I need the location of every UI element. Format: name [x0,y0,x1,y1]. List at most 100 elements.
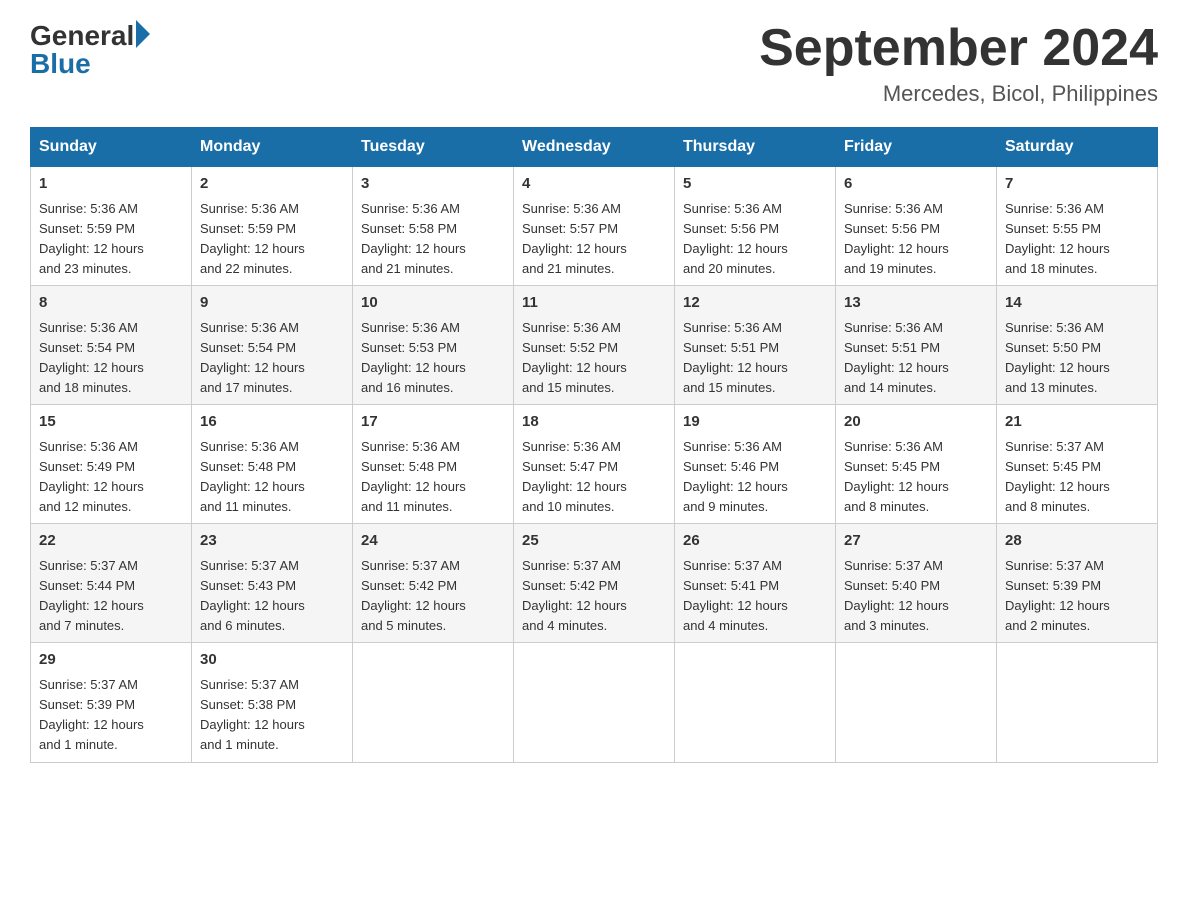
day-number: 24 [361,530,505,553]
calendar-cell: 7 Sunrise: 5:36 AM Sunset: 5:55 PM Dayli… [997,167,1158,286]
logo-triangle-icon [136,20,150,48]
day-number: 2 [200,173,344,196]
day-info: Sunrise: 5:36 AM Sunset: 5:56 PM Dayligh… [844,201,949,276]
calendar-cell: 29 Sunrise: 5:37 AM Sunset: 5:39 PM Dayl… [31,643,192,762]
day-info: Sunrise: 5:36 AM Sunset: 5:56 PM Dayligh… [683,201,788,276]
calendar-cell: 23 Sunrise: 5:37 AM Sunset: 5:43 PM Dayl… [192,524,353,643]
location-subtitle: Mercedes, Bicol, Philippines [759,81,1158,107]
calendar-header-friday: Friday [836,128,997,167]
day-info: Sunrise: 5:36 AM Sunset: 5:54 PM Dayligh… [200,320,305,395]
day-info: Sunrise: 5:37 AM Sunset: 5:39 PM Dayligh… [39,677,144,752]
calendar-header-saturday: Saturday [997,128,1158,167]
day-info: Sunrise: 5:37 AM Sunset: 5:42 PM Dayligh… [522,558,627,633]
calendar-header-thursday: Thursday [675,128,836,167]
calendar-cell: 22 Sunrise: 5:37 AM Sunset: 5:44 PM Dayl… [31,524,192,643]
calendar-cell: 1 Sunrise: 5:36 AM Sunset: 5:59 PM Dayli… [31,167,192,286]
day-number: 22 [39,530,183,553]
day-number: 25 [522,530,666,553]
calendar-cell [675,643,836,762]
day-number: 14 [1005,292,1149,315]
day-number: 19 [683,411,827,434]
day-info: Sunrise: 5:37 AM Sunset: 5:40 PM Dayligh… [844,558,949,633]
day-number: 21 [1005,411,1149,434]
calendar-cell: 5 Sunrise: 5:36 AM Sunset: 5:56 PM Dayli… [675,167,836,286]
calendar-week-row: 1 Sunrise: 5:36 AM Sunset: 5:59 PM Dayli… [31,167,1158,286]
calendar-cell: 28 Sunrise: 5:37 AM Sunset: 5:39 PM Dayl… [997,524,1158,643]
day-number: 28 [1005,530,1149,553]
day-info: Sunrise: 5:36 AM Sunset: 5:59 PM Dayligh… [200,201,305,276]
calendar-cell [353,643,514,762]
calendar-week-row: 8 Sunrise: 5:36 AM Sunset: 5:54 PM Dayli… [31,286,1158,405]
calendar-cell [836,643,997,762]
day-number: 7 [1005,173,1149,196]
day-info: Sunrise: 5:37 AM Sunset: 5:43 PM Dayligh… [200,558,305,633]
calendar-cell: 6 Sunrise: 5:36 AM Sunset: 5:56 PM Dayli… [836,167,997,286]
day-info: Sunrise: 5:36 AM Sunset: 5:50 PM Dayligh… [1005,320,1110,395]
calendar-cell: 14 Sunrise: 5:36 AM Sunset: 5:50 PM Dayl… [997,286,1158,405]
calendar-cell: 15 Sunrise: 5:36 AM Sunset: 5:49 PM Dayl… [31,405,192,524]
calendar-cell: 12 Sunrise: 5:36 AM Sunset: 5:51 PM Dayl… [675,286,836,405]
day-info: Sunrise: 5:36 AM Sunset: 5:57 PM Dayligh… [522,201,627,276]
day-info: Sunrise: 5:37 AM Sunset: 5:42 PM Dayligh… [361,558,466,633]
day-info: Sunrise: 5:36 AM Sunset: 5:51 PM Dayligh… [844,320,949,395]
calendar-table: SundayMondayTuesdayWednesdayThursdayFrid… [30,127,1158,762]
day-number: 9 [200,292,344,315]
day-info: Sunrise: 5:36 AM Sunset: 5:45 PM Dayligh… [844,439,949,514]
calendar-cell: 11 Sunrise: 5:36 AM Sunset: 5:52 PM Dayl… [514,286,675,405]
calendar-header-wednesday: Wednesday [514,128,675,167]
calendar-cell: 25 Sunrise: 5:37 AM Sunset: 5:42 PM Dayl… [514,524,675,643]
month-title: September 2024 [759,20,1158,77]
day-number: 16 [200,411,344,434]
calendar-cell: 4 Sunrise: 5:36 AM Sunset: 5:57 PM Dayli… [514,167,675,286]
calendar-cell: 8 Sunrise: 5:36 AM Sunset: 5:54 PM Dayli… [31,286,192,405]
calendar-header-monday: Monday [192,128,353,167]
calendar-cell: 17 Sunrise: 5:36 AM Sunset: 5:48 PM Dayl… [353,405,514,524]
day-number: 13 [844,292,988,315]
day-info: Sunrise: 5:36 AM Sunset: 5:47 PM Dayligh… [522,439,627,514]
day-number: 27 [844,530,988,553]
day-info: Sunrise: 5:36 AM Sunset: 5:59 PM Dayligh… [39,201,144,276]
day-info: Sunrise: 5:37 AM Sunset: 5:44 PM Dayligh… [39,558,144,633]
calendar-cell: 13 Sunrise: 5:36 AM Sunset: 5:51 PM Dayl… [836,286,997,405]
page-header: General Blue September 2024 Mercedes, Bi… [30,20,1158,107]
day-info: Sunrise: 5:36 AM Sunset: 5:46 PM Dayligh… [683,439,788,514]
day-number: 5 [683,173,827,196]
day-info: Sunrise: 5:36 AM Sunset: 5:51 PM Dayligh… [683,320,788,395]
calendar-header-tuesday: Tuesday [353,128,514,167]
day-number: 6 [844,173,988,196]
calendar-week-row: 22 Sunrise: 5:37 AM Sunset: 5:44 PM Dayl… [31,524,1158,643]
logo-blue-text: Blue [30,48,91,80]
calendar-week-row: 29 Sunrise: 5:37 AM Sunset: 5:39 PM Dayl… [31,643,1158,762]
day-info: Sunrise: 5:37 AM Sunset: 5:41 PM Dayligh… [683,558,788,633]
day-number: 12 [683,292,827,315]
calendar-cell: 19 Sunrise: 5:36 AM Sunset: 5:46 PM Dayl… [675,405,836,524]
calendar-header-row: SundayMondayTuesdayWednesdayThursdayFrid… [31,128,1158,167]
day-info: Sunrise: 5:36 AM Sunset: 5:48 PM Dayligh… [200,439,305,514]
day-number: 4 [522,173,666,196]
logo: General Blue [30,20,150,80]
calendar-cell: 16 Sunrise: 5:36 AM Sunset: 5:48 PM Dayl… [192,405,353,524]
day-info: Sunrise: 5:36 AM Sunset: 5:53 PM Dayligh… [361,320,466,395]
day-number: 1 [39,173,183,196]
calendar-cell: 18 Sunrise: 5:36 AM Sunset: 5:47 PM Dayl… [514,405,675,524]
calendar-header-sunday: Sunday [31,128,192,167]
calendar-cell: 30 Sunrise: 5:37 AM Sunset: 5:38 PM Dayl… [192,643,353,762]
day-info: Sunrise: 5:37 AM Sunset: 5:38 PM Dayligh… [200,677,305,752]
day-number: 18 [522,411,666,434]
day-info: Sunrise: 5:36 AM Sunset: 5:52 PM Dayligh… [522,320,627,395]
day-number: 29 [39,649,183,672]
calendar-cell [514,643,675,762]
calendar-cell [997,643,1158,762]
day-info: Sunrise: 5:36 AM Sunset: 5:49 PM Dayligh… [39,439,144,514]
calendar-cell: 2 Sunrise: 5:36 AM Sunset: 5:59 PM Dayli… [192,167,353,286]
day-number: 23 [200,530,344,553]
calendar-cell: 21 Sunrise: 5:37 AM Sunset: 5:45 PM Dayl… [997,405,1158,524]
day-info: Sunrise: 5:36 AM Sunset: 5:48 PM Dayligh… [361,439,466,514]
day-number: 20 [844,411,988,434]
day-number: 30 [200,649,344,672]
day-info: Sunrise: 5:37 AM Sunset: 5:45 PM Dayligh… [1005,439,1110,514]
calendar-cell: 24 Sunrise: 5:37 AM Sunset: 5:42 PM Dayl… [353,524,514,643]
day-number: 17 [361,411,505,434]
calendar-cell: 27 Sunrise: 5:37 AM Sunset: 5:40 PM Dayl… [836,524,997,643]
day-info: Sunrise: 5:36 AM Sunset: 5:58 PM Dayligh… [361,201,466,276]
